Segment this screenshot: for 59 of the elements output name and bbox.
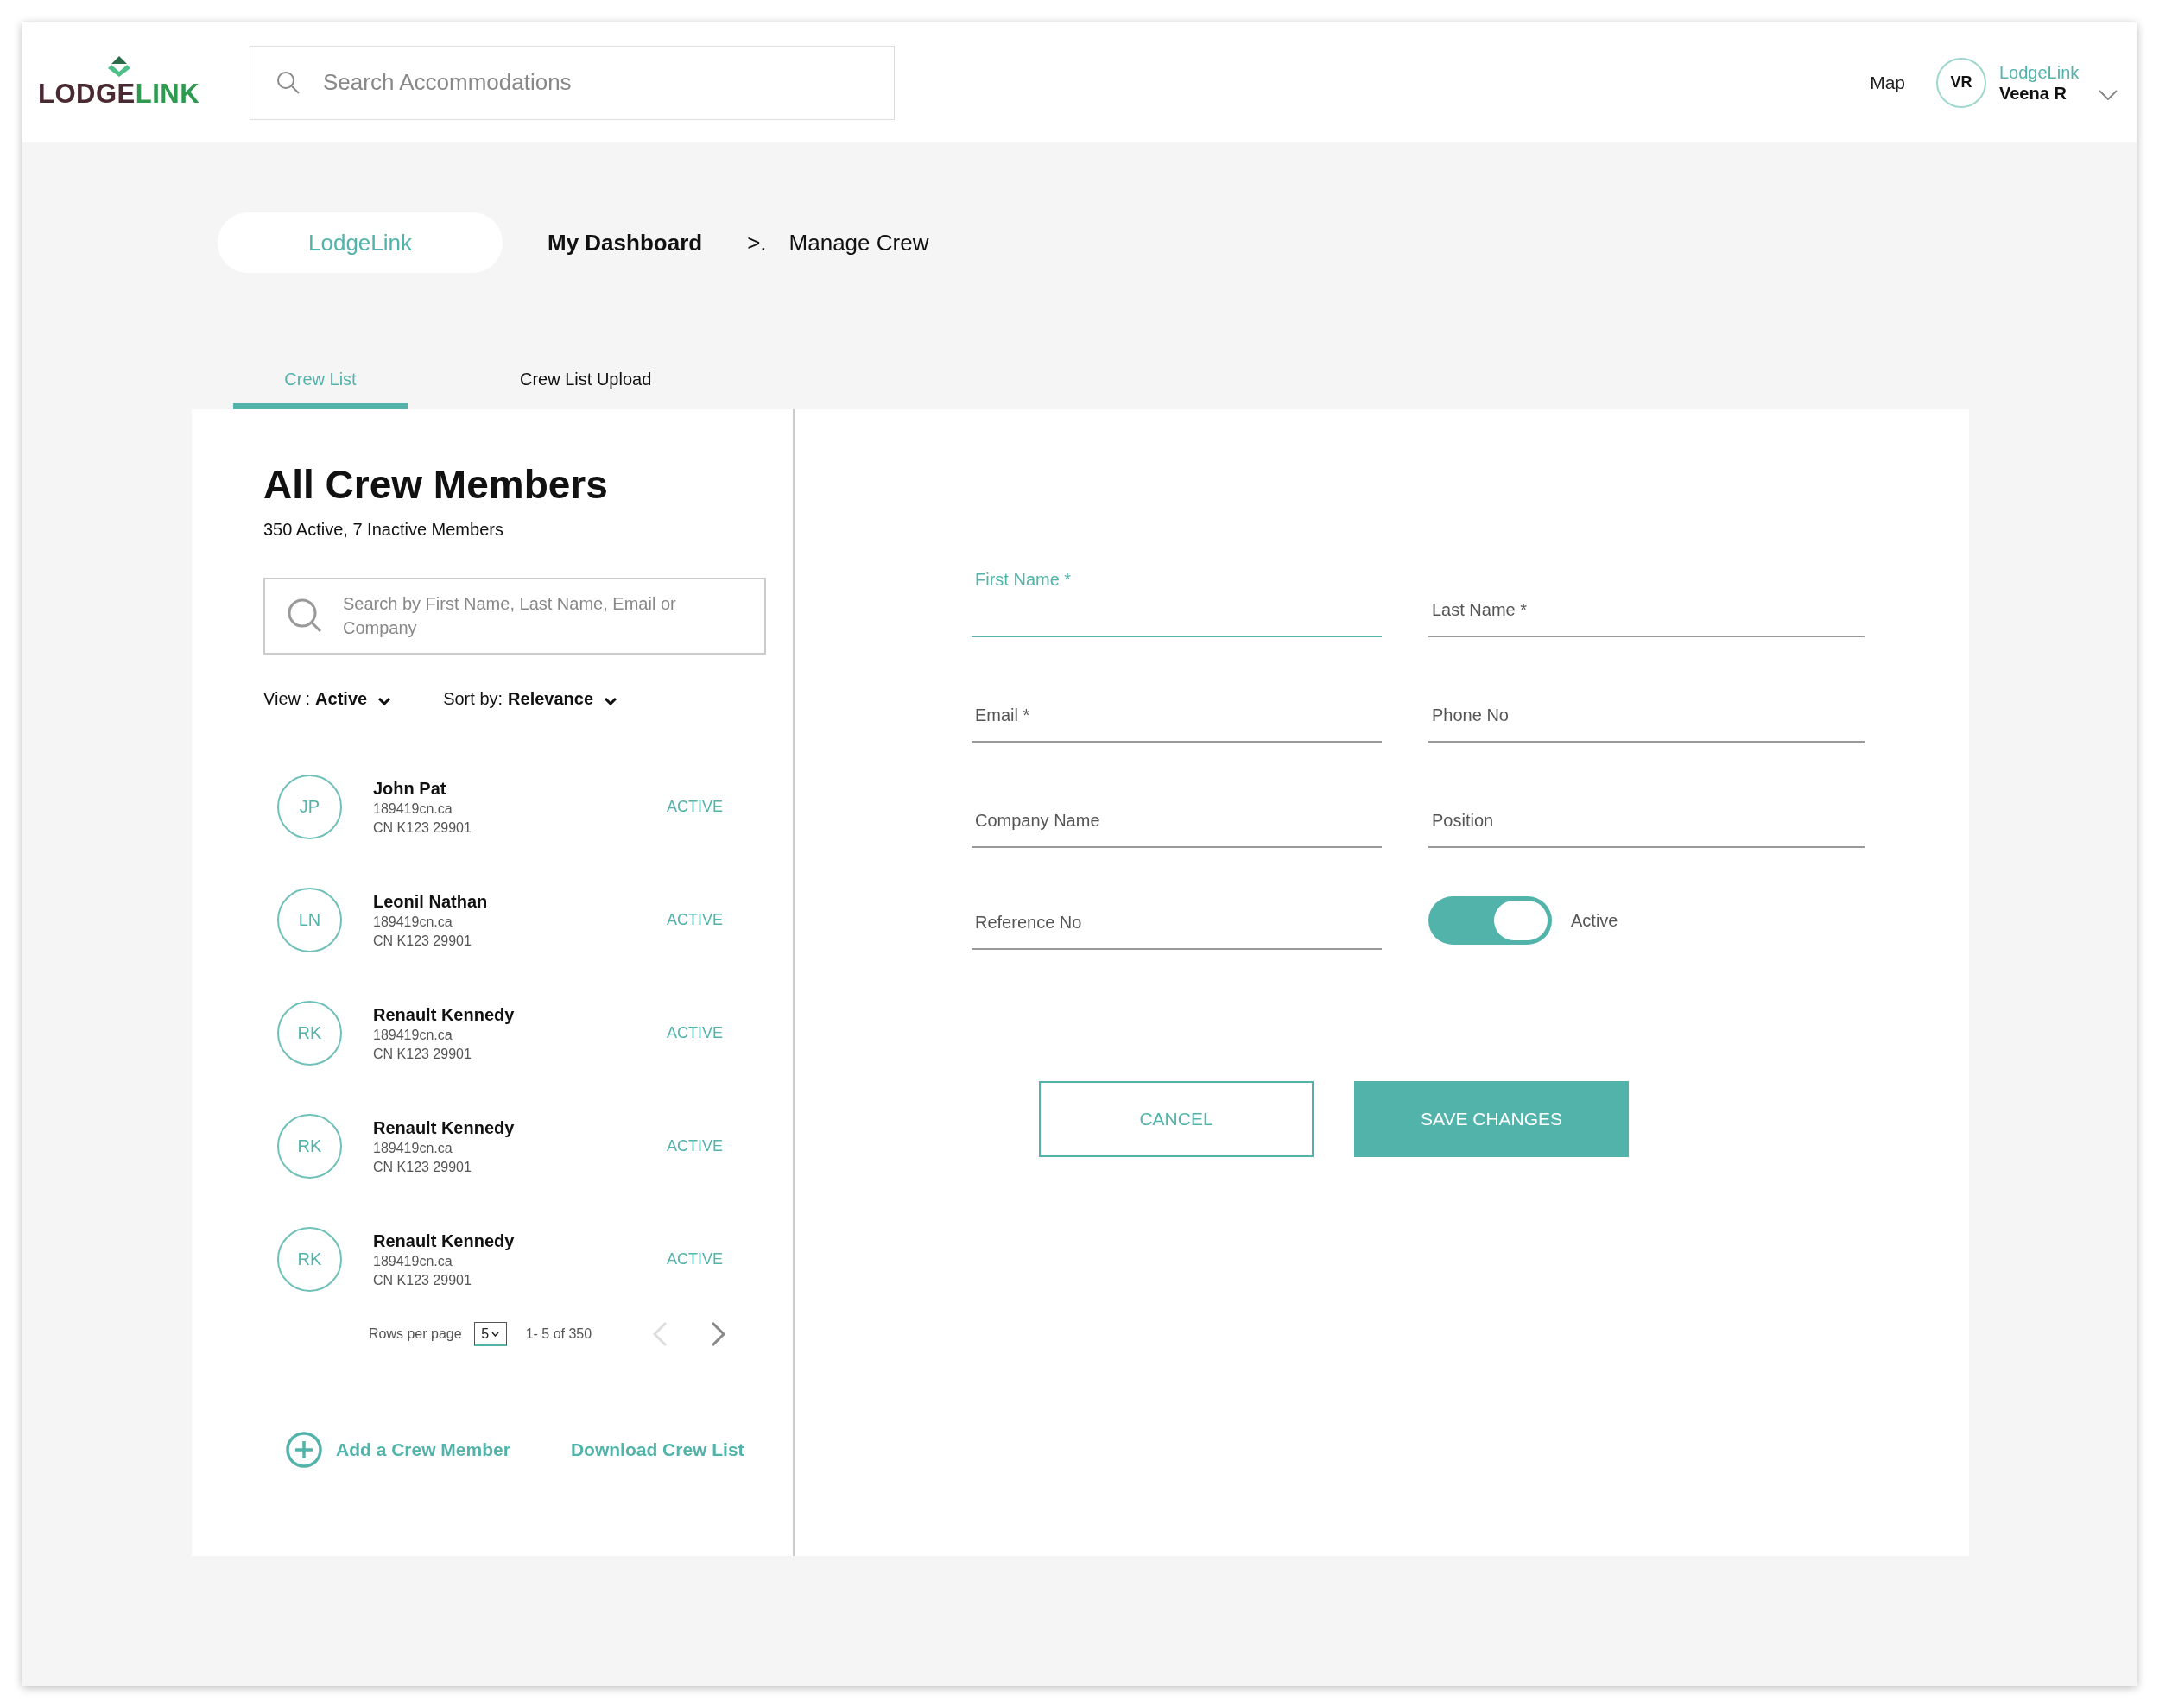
member-email: 189419cn.ca bbox=[373, 913, 453, 931]
member-avatar: RK bbox=[277, 1227, 342, 1292]
member-email: 189419cn.ca bbox=[373, 1252, 453, 1270]
sort-dropdown[interactable]: Sort by: Relevance bbox=[443, 689, 618, 709]
search-icon bbox=[286, 597, 324, 635]
breadcrumb-item[interactable]: My Dashboard bbox=[548, 229, 703, 256]
member-avatar: RK bbox=[277, 1114, 342, 1179]
member-code: CN K123 29901 bbox=[373, 932, 472, 950]
search-field[interactable]: Search by First Name, Last Name, Email or Company bbox=[263, 578, 766, 655]
next-page-icon[interactable] bbox=[711, 1321, 727, 1347]
user-company: LodgeLink bbox=[1999, 61, 2080, 83]
search-icon bbox=[275, 69, 301, 96]
toggle-label: Active bbox=[1571, 910, 1618, 931]
text-field[interactable]: Reference No bbox=[972, 879, 1382, 950]
member-avatar: RK bbox=[277, 1001, 342, 1066]
member-status: ACTIVE bbox=[667, 1024, 723, 1042]
member-name[interactable]: Renault Kennedy bbox=[373, 1229, 667, 1252]
text-field[interactable]: Email * bbox=[972, 680, 1382, 743]
view-dropdown[interactable]: View : Active bbox=[263, 689, 392, 709]
section-title: All Crew Members bbox=[263, 461, 609, 508]
member-status: ACTIVE bbox=[667, 911, 723, 929]
member-name[interactable]: Leonil Nathan bbox=[373, 889, 667, 913]
user-avatar[interactable]: VR bbox=[1936, 57, 1986, 108]
text-field[interactable]: Phone No bbox=[1428, 680, 1865, 743]
toggle-switch[interactable] bbox=[1428, 896, 1552, 945]
page-range: 1- 5 of 350 bbox=[525, 1326, 592, 1342]
member-email: 189419cn.ca bbox=[373, 1026, 453, 1044]
member-status: ACTIVE bbox=[667, 1137, 723, 1155]
tab[interactable]: Crew List Upload bbox=[494, 363, 678, 409]
logo-text: LODGELINK bbox=[37, 78, 200, 110]
member-name[interactable]: Renault Kennedy bbox=[373, 1116, 667, 1139]
member-email: 189419cn.ca bbox=[373, 800, 453, 818]
member-name[interactable]: John Pat bbox=[373, 776, 667, 800]
member-status: ACTIVE bbox=[667, 798, 723, 816]
text-field[interactable]: Company Name bbox=[972, 786, 1382, 848]
member-code: CN K123 29901 bbox=[373, 819, 472, 837]
member-code: CN K123 29901 bbox=[373, 1158, 472, 1176]
member-status: ACTIVE bbox=[667, 1250, 723, 1268]
text-field[interactable]: Last Name * bbox=[1428, 575, 1865, 637]
member-avatar: LN bbox=[277, 888, 342, 952]
chevron-down-icon bbox=[604, 696, 618, 705]
breadcrumb-item: >. bbox=[747, 229, 767, 256]
user-name: Veena R bbox=[1999, 82, 2067, 104]
map-link[interactable]: Map bbox=[1870, 72, 1905, 93]
member-summary: 350 Active, 7 Inactive Members bbox=[263, 520, 504, 540]
chevron-down-icon bbox=[377, 696, 392, 705]
rows-per-page-label: Rows per page bbox=[369, 1326, 462, 1342]
member-email: 189419cn.ca bbox=[373, 1139, 453, 1157]
chevron-down-icon bbox=[491, 1331, 500, 1337]
member-name[interactable]: Renault Kennedy bbox=[373, 1003, 667, 1026]
text-field[interactable]: Position bbox=[1428, 786, 1865, 848]
plus-circle-icon bbox=[286, 1432, 322, 1468]
member-code: CN K123 29901 bbox=[373, 1045, 472, 1063]
search-field[interactable]: Search Accommodations bbox=[250, 45, 895, 120]
rows-per-page-select[interactable]: 5 bbox=[473, 1322, 507, 1346]
chevron-down-icon[interactable] bbox=[2099, 89, 2118, 100]
breadcrumb-item: Manage Crew bbox=[788, 229, 929, 256]
member-avatar: JP bbox=[277, 775, 342, 839]
member-code: CN K123 29901 bbox=[373, 1271, 472, 1289]
